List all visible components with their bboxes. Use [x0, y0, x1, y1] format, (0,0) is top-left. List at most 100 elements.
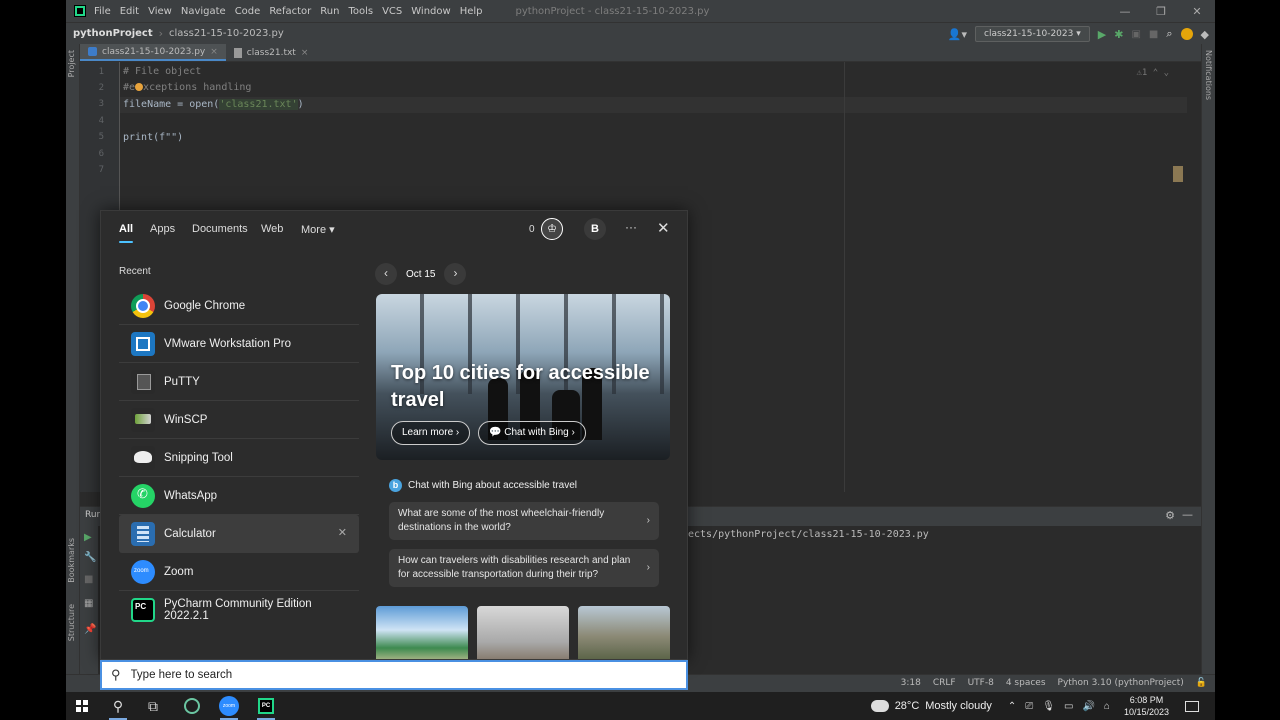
layout-icon[interactable]: ▦: [84, 598, 93, 609]
recent-item-label: Snipping Tool: [164, 451, 233, 464]
tab-documents[interactable]: Documents: [192, 223, 248, 235]
network-icon[interactable]: ⌂: [1104, 701, 1110, 712]
coverage-icon[interactable]: ▣: [1131, 29, 1140, 40]
rerun-icon[interactable]: ▶: [84, 532, 92, 543]
menu-navigate[interactable]: Navigate: [181, 6, 226, 17]
inspection-widget[interactable]: ⚠1 ⌃ ⌄: [1136, 68, 1169, 78]
minimize-icon[interactable]: —: [1107, 5, 1143, 18]
recent-item-calculator[interactable]: Calculator ✕: [119, 515, 359, 553]
calculator-icon: [131, 522, 155, 546]
search-input[interactable]: [130, 669, 631, 681]
rewards-trophy-icon[interactable]: ♔: [541, 218, 563, 240]
clock[interactable]: 6:08 PM 10/15/2023: [1124, 694, 1169, 718]
taskbar-pycharm[interactable]: PC: [253, 695, 279, 720]
remove-from-list-icon[interactable]: ✕: [338, 526, 347, 539]
lock-icon[interactable]: 🔓: [1196, 678, 1207, 688]
close-icon[interactable]: ✕: [1179, 5, 1215, 18]
task-view-button[interactable]: ⧉: [140, 695, 166, 717]
avatar[interactable]: B: [584, 218, 606, 240]
notifications-tool-button[interactable]: Notifications: [1204, 50, 1213, 100]
recent-item-putty[interactable]: PuTTY: [119, 363, 359, 401]
menu-help[interactable]: Help: [460, 6, 483, 17]
notifications-icon[interactable]: [1185, 700, 1199, 712]
search-everywhere-icon[interactable]: ⌕: [1166, 27, 1172, 41]
taskbar-zoom[interactable]: zoom: [216, 695, 242, 720]
bookmarks-tool-button[interactable]: Bookmarks: [67, 538, 76, 583]
battery-icon[interactable]: ▭: [1064, 701, 1073, 712]
stop-run-icon[interactable]: ■: [84, 574, 93, 585]
wrench-icon[interactable]: 🔧: [84, 552, 96, 563]
lightbulb-icon[interactable]: [135, 83, 144, 91]
close-tab-icon[interactable]: ×: [301, 48, 309, 58]
tab-apps[interactable]: Apps: [150, 223, 175, 235]
indent-setting[interactable]: 4 spaces: [1006, 678, 1046, 688]
chevron-up-icon[interactable]: ⌃: [1008, 701, 1016, 712]
scrollbar-marker[interactable]: [1173, 166, 1183, 182]
task-view-icon: ⧉: [148, 697, 158, 714]
hero-card[interactable]: Top 10 cities for accessible travel Lear…: [376, 294, 670, 460]
run-configuration-select[interactable]: class21-15-10-2023 ▾: [975, 26, 1090, 42]
recent-item-pycharm[interactable]: PyCharm Community Edition 2022.2.1: [119, 591, 359, 629]
debug-icon[interactable]: ✱: [1114, 28, 1123, 41]
warning-count: ⚠1: [1136, 68, 1148, 78]
search-taskbar-button[interactable]: ⚲: [105, 695, 131, 720]
python-interpreter[interactable]: Python 3.10 (pythonProject): [1058, 678, 1184, 688]
menu-code[interactable]: Code: [235, 6, 261, 17]
bing-question-2[interactable]: How can travelers with disabilities rese…: [389, 549, 659, 587]
weather-widget[interactable]: 28°C Mostly cloudy: [867, 695, 992, 712]
menu-file[interactable]: File: [94, 6, 111, 17]
tab-all[interactable]: All: [119, 223, 134, 243]
thumbnail-beach[interactable]: [376, 606, 468, 659]
breadcrumb-file[interactable]: class21-15-10-2023.py: [169, 28, 284, 39]
recent-item-vmware[interactable]: VMware Workstation Pro: [119, 325, 359, 363]
recent-item-winscp[interactable]: WinSCP: [119, 401, 359, 439]
structure-tool-button[interactable]: Structure: [67, 604, 76, 641]
line-number: 4: [98, 116, 104, 126]
more-options-icon[interactable]: ···: [625, 220, 637, 234]
close-icon[interactable]: ✕: [657, 219, 670, 237]
recent-item-whatsapp[interactable]: WhatsApp: [119, 477, 359, 515]
close-tab-icon[interactable]: ×: [210, 47, 218, 57]
menu-run[interactable]: Run: [320, 6, 339, 17]
settings-logo-icon[interactable]: ◆: [1201, 28, 1209, 41]
menu-refactor[interactable]: Refactor: [269, 6, 311, 17]
tab-class21-txt[interactable]: class21.txt ×: [226, 44, 317, 61]
bing-icon: b: [389, 479, 402, 492]
tab-web[interactable]: Web: [261, 223, 283, 235]
account-icon[interactable]: 👤▾: [948, 28, 967, 41]
line-separator[interactable]: CRLF: [933, 678, 956, 688]
volume-icon[interactable]: 🔊: [1082, 701, 1094, 712]
thumbnail-canyon[interactable]: [578, 606, 670, 659]
hide-panel-icon[interactable]: —: [1182, 508, 1193, 521]
restore-icon[interactable]: ❐: [1143, 5, 1179, 18]
caret-position[interactable]: 3:18: [901, 678, 921, 688]
menu-window[interactable]: Window: [411, 6, 450, 17]
menu-tools[interactable]: Tools: [348, 6, 373, 17]
camera-icon[interactable]: ⎚: [1025, 701, 1033, 712]
bing-question-1[interactable]: What are some of the most wheelchair-fri…: [389, 502, 659, 540]
chevron-left-icon[interactable]: ‹: [375, 263, 397, 285]
recent-item-google-chrome[interactable]: Google Chrome: [119, 287, 359, 325]
tab-more[interactable]: More ▾: [301, 223, 335, 236]
tab-class21-py[interactable]: class21-15-10-2023.py ×: [80, 44, 226, 61]
pin-icon[interactable]: 📌: [84, 624, 96, 635]
menu-vcs[interactable]: VCS: [382, 6, 402, 17]
recent-item-zoom[interactable]: Zoom: [119, 553, 359, 591]
stop-icon[interactable]: ■: [1149, 29, 1158, 40]
gear-icon[interactable]: ⚙: [1165, 509, 1175, 522]
microphone-icon[interactable]: 🎙: [1042, 701, 1055, 712]
chat-with-bing-button[interactable]: 💬 Chat with Bing ›: [478, 421, 586, 445]
start-button[interactable]: [69, 695, 95, 717]
update-icon[interactable]: [1180, 28, 1193, 40]
breadcrumb-project[interactable]: pythonProject: [73, 28, 153, 39]
thumbnail-people[interactable]: [477, 606, 569, 659]
recent-item-snipping-tool[interactable]: Snipping Tool: [119, 439, 359, 477]
run-icon[interactable]: ▶: [1098, 28, 1106, 41]
menu-edit[interactable]: Edit: [120, 6, 139, 17]
taskbar-chatgpt[interactable]: [179, 695, 205, 717]
chevron-right-icon[interactable]: ›: [444, 263, 467, 285]
menu-view[interactable]: View: [148, 6, 172, 17]
learn-more-button[interactable]: Learn more ›: [391, 421, 471, 445]
file-encoding[interactable]: UTF-8: [968, 678, 994, 688]
project-tool-button[interactable]: Project: [67, 50, 76, 77]
